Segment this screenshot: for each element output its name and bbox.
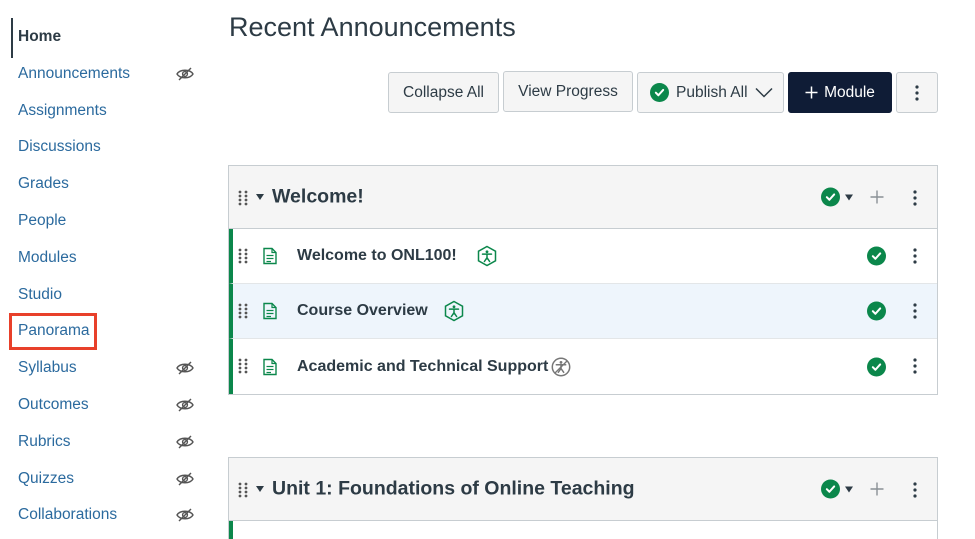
nav-item-collaborations[interactable]: Collaborations	[18, 500, 188, 530]
kebab-icon[interactable]	[913, 303, 917, 319]
hidden-eye-icon	[176, 472, 194, 486]
hidden-eye-icon	[176, 435, 194, 449]
module-publish-menu[interactable]	[821, 479, 853, 499]
drag-handle-icon[interactable]	[238, 190, 248, 206]
nav-item-discussions[interactable]: Discussions	[18, 132, 188, 162]
module-item-title[interactable]: Welcome to ONL100!	[297, 247, 457, 265]
hidden-eye-icon	[176, 398, 194, 412]
nav-item-label: Home	[18, 28, 62, 45]
nav-item-label: Studio	[18, 286, 62, 303]
add-module-label: Module	[824, 83, 875, 101]
nav-item-home[interactable]: Home	[18, 22, 188, 52]
page-icon	[263, 358, 277, 375]
module-title: Welcome!	[272, 185, 364, 208]
collapse-all-label: Collapse All	[403, 83, 484, 101]
module-item[interactable]: Course Overview	[229, 284, 937, 339]
module-item-partial	[229, 521, 937, 539]
published-check-icon[interactable]	[867, 357, 886, 376]
drag-handle-icon[interactable]	[238, 482, 248, 498]
module-unit-1: Unit 1: Foundations of Online Teaching	[228, 457, 938, 539]
nav-item-label: Collaborations	[18, 506, 118, 523]
nav-item-announcements[interactable]: Announcements	[18, 59, 188, 89]
nav-item-rubrics[interactable]: Rubrics	[18, 427, 188, 457]
publish-all-label: Publish All	[676, 83, 748, 101]
nav-item-label: Announcements	[18, 65, 131, 82]
module-item-title[interactable]: Course Overview	[297, 302, 428, 320]
module-item[interactable]: Welcome to ONL100!	[229, 229, 937, 284]
nav-item-modules[interactable]: Modules	[18, 243, 188, 273]
hidden-eye-icon	[176, 67, 194, 81]
page-title: Recent Announcements	[229, 12, 516, 42]
nav-item-label: People	[18, 212, 67, 229]
nav-item-label: Syllabus	[18, 359, 77, 376]
nav-item-label: Modules	[18, 249, 77, 266]
add-item-plus-icon[interactable]	[870, 190, 884, 204]
published-check-icon	[650, 83, 669, 102]
course-navigation: Home Announcements Assignments Discussio…	[0, 0, 200, 539]
module-title: Unit 1: Foundations of Online Teaching	[272, 477, 635, 500]
drag-handle-icon[interactable]	[238, 248, 248, 264]
accessibility-passed-icon[interactable]	[444, 301, 464, 322]
nav-item-label: Quizzes	[18, 470, 74, 487]
collapse-all-button[interactable]: Collapse All	[388, 72, 499, 113]
published-check-icon	[821, 479, 840, 499]
accessibility-unchecked-icon[interactable]	[551, 357, 571, 377]
module-item-title[interactable]: Academic and Technical Support	[297, 358, 548, 376]
add-module-button[interactable]: Module	[788, 72, 892, 113]
module-header[interactable]: Welcome!	[229, 166, 937, 229]
panorama-highlight-box	[9, 313, 97, 350]
kebab-icon[interactable]	[913, 482, 917, 498]
module-item[interactable]: Academic and Technical Support	[229, 339, 937, 394]
nav-item-assignments[interactable]: Assignments	[18, 96, 188, 126]
page-icon	[263, 303, 277, 320]
kebab-icon	[915, 85, 919, 101]
nav-item-label: Grades	[18, 175, 69, 192]
nav-item-grades[interactable]: Grades	[18, 169, 188, 199]
nav-item-label: Discussions	[18, 138, 101, 155]
view-progress-label: View Progress	[518, 82, 618, 100]
nav-item-studio[interactable]: Studio	[18, 280, 188, 310]
published-check-icon[interactable]	[867, 301, 886, 321]
module-header[interactable]: Unit 1: Foundations of Online Teaching	[229, 458, 937, 521]
drag-handle-icon[interactable]	[238, 303, 248, 319]
caret-down-icon[interactable]	[256, 486, 264, 492]
nav-item-people[interactable]: People	[18, 206, 188, 236]
view-progress-button[interactable]: View Progress	[503, 71, 633, 112]
kebab-icon[interactable]	[913, 190, 917, 206]
hidden-eye-icon	[176, 361, 194, 375]
add-item-plus-icon[interactable]	[870, 482, 884, 496]
kebab-icon[interactable]	[913, 358, 917, 374]
published-check-icon	[821, 187, 840, 207]
page-icon	[263, 248, 277, 265]
publish-all-button[interactable]: Publish All	[637, 72, 784, 113]
plus-icon	[805, 86, 818, 99]
drag-handle-icon[interactable]	[238, 358, 248, 374]
nav-item-outcomes[interactable]: Outcomes	[18, 390, 188, 420]
chevron-down-icon	[754, 87, 773, 98]
accessibility-passed-icon[interactable]	[477, 246, 497, 267]
published-check-icon[interactable]	[867, 246, 886, 266]
more-options-button[interactable]	[896, 72, 938, 113]
nav-item-label: Outcomes	[18, 396, 89, 413]
caret-down-icon[interactable]	[256, 194, 264, 200]
module-welcome: Welcome! Welcome to ONL100! Course Overv…	[228, 165, 938, 395]
nav-item-syllabus[interactable]: Syllabus	[18, 353, 188, 383]
active-indicator	[11, 18, 13, 58]
nav-item-label: Rubrics	[18, 433, 71, 450]
nav-item-label: Assignments	[18, 102, 107, 119]
module-publish-menu[interactable]	[821, 187, 853, 207]
kebab-icon[interactable]	[913, 248, 917, 264]
caret-down-icon	[845, 194, 853, 200]
caret-down-icon	[845, 486, 853, 492]
nav-item-quizzes[interactable]: Quizzes	[18, 464, 188, 494]
hidden-eye-icon	[176, 508, 194, 522]
